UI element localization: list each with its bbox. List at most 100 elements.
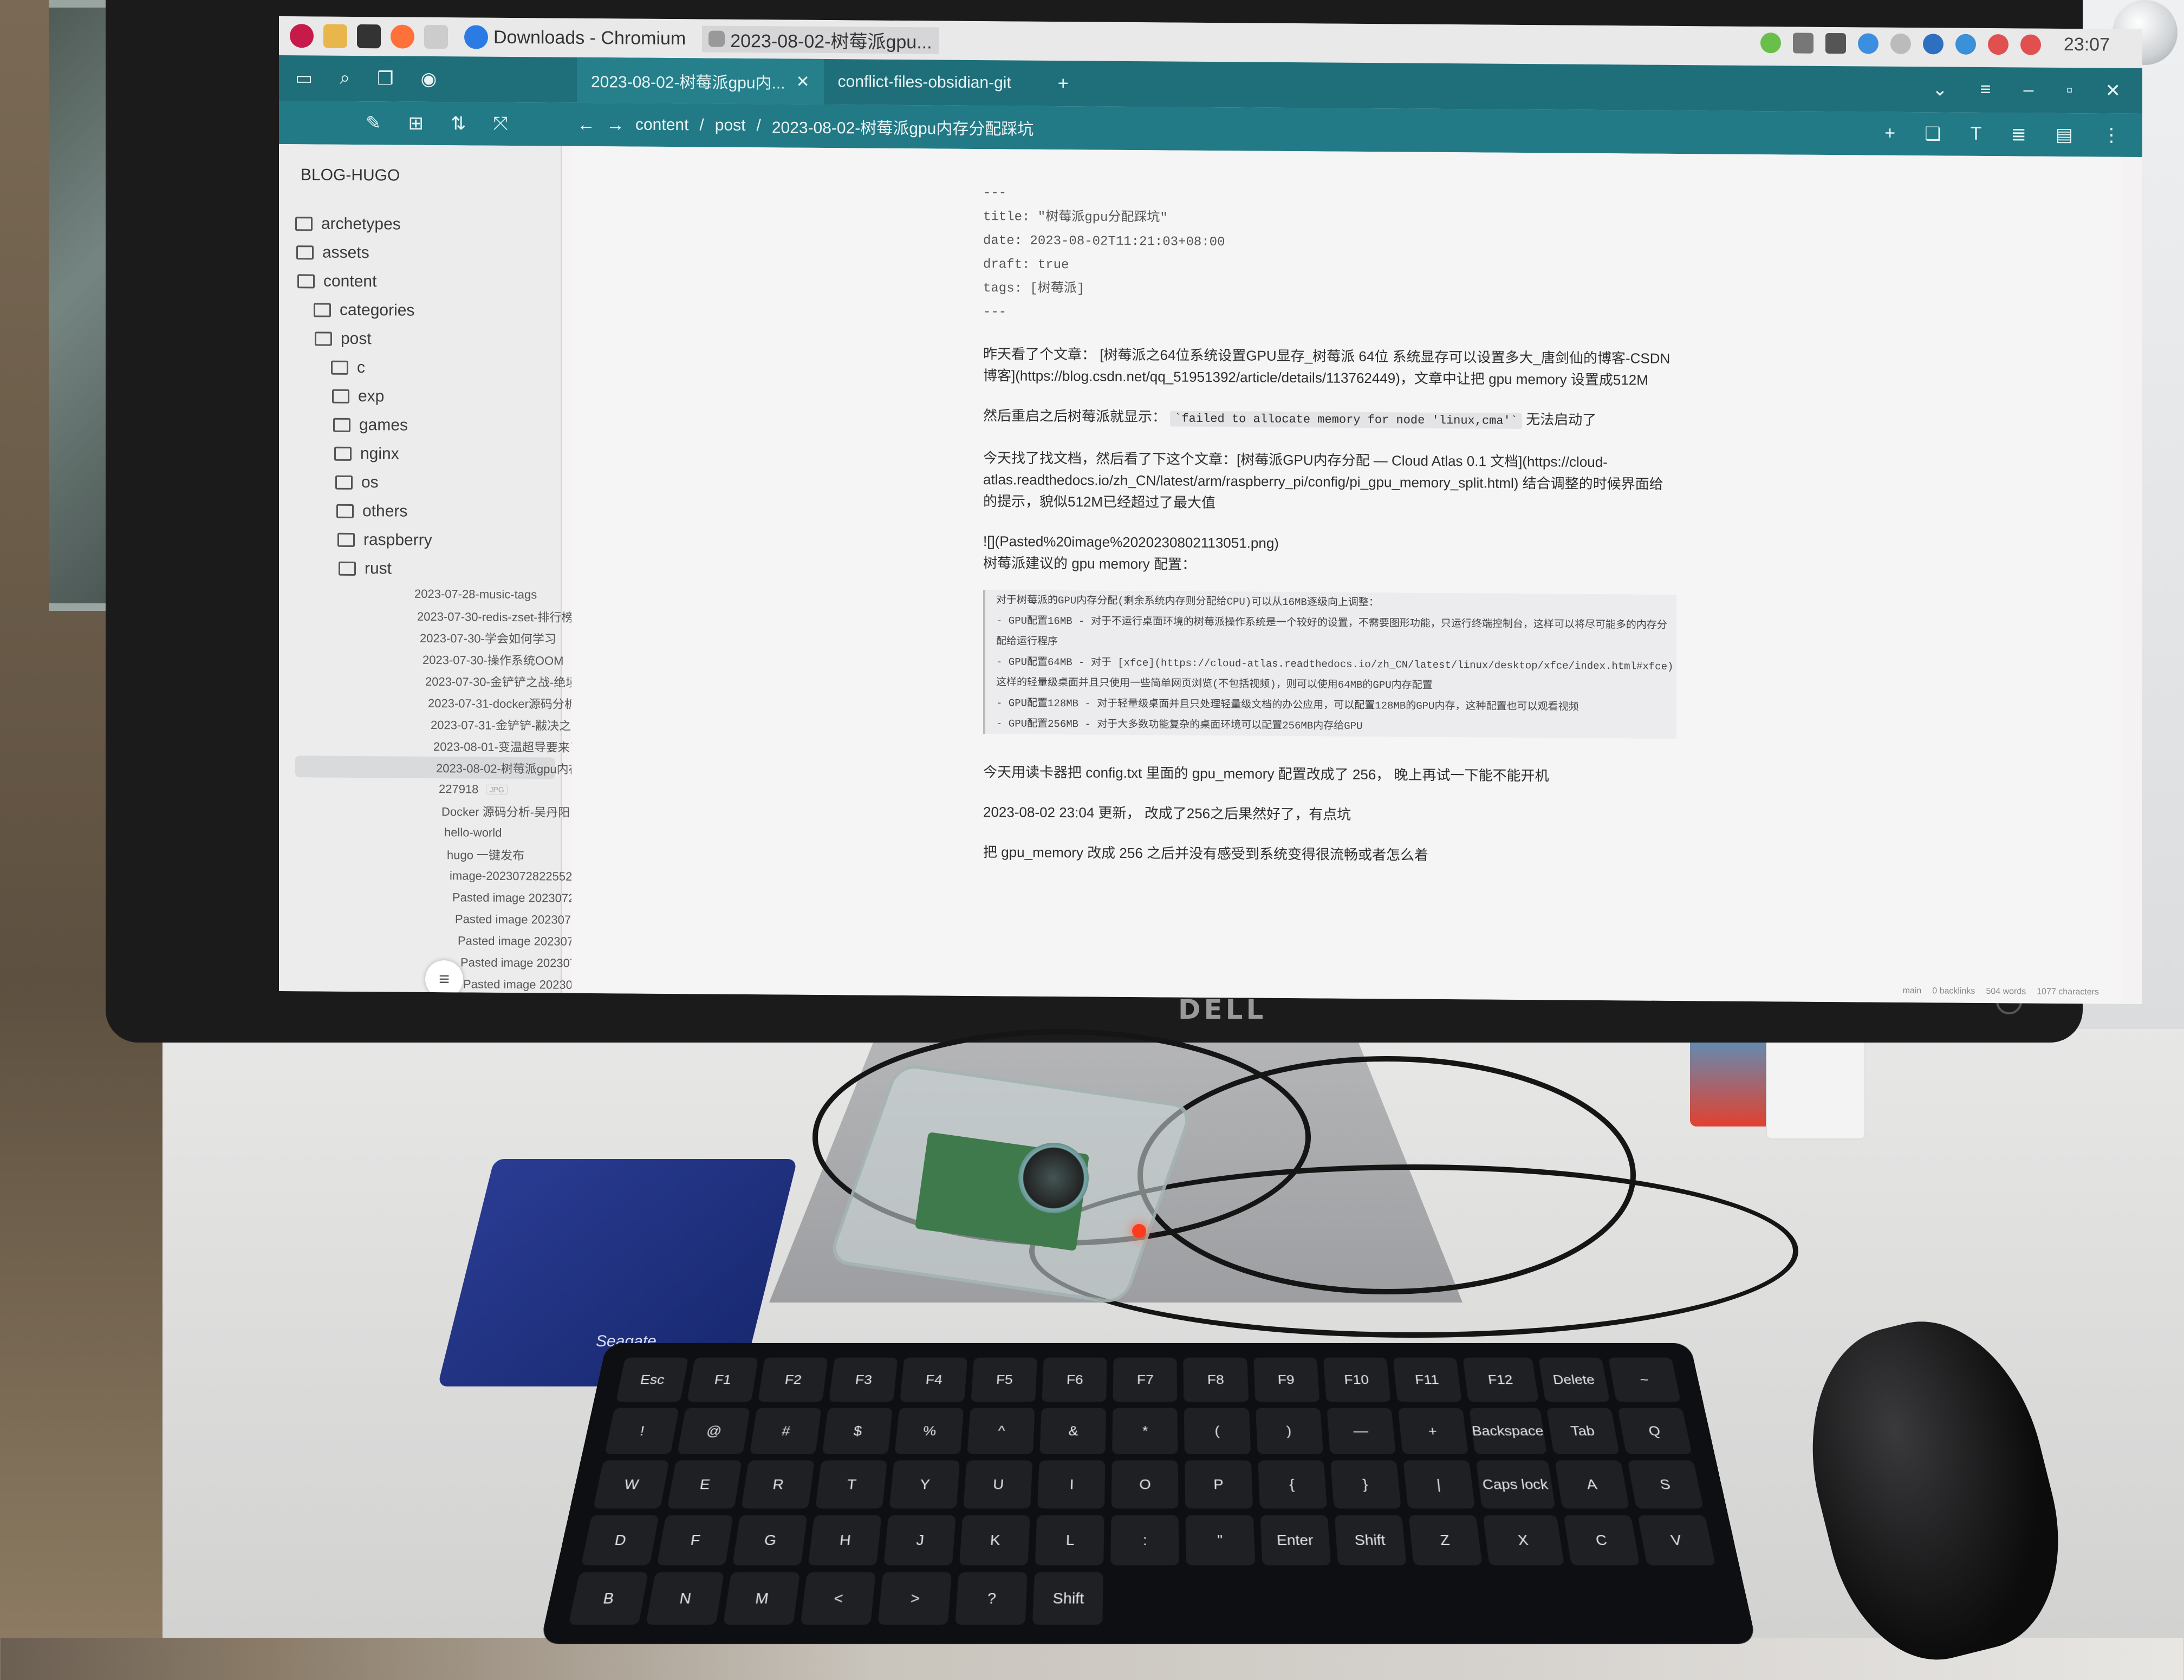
key[interactable]: F6 <box>1042 1357 1107 1402</box>
book-icon[interactable]: ▤ <box>2056 124 2073 146</box>
key[interactable]: Shift <box>1032 1572 1104 1625</box>
file-item[interactable]: 2023-08-02-树莓派gpu内存... <box>295 756 590 779</box>
folder-icon[interactable] <box>323 24 347 48</box>
key[interactable]: @ <box>677 1408 751 1454</box>
cpu-icon[interactable] <box>2020 34 2041 55</box>
folder-item[interactable]: post <box>295 324 555 354</box>
document-icon[interactable] <box>424 24 448 49</box>
screenshot-icon[interactable] <box>1792 32 1813 54</box>
key[interactable]: X <box>1483 1515 1564 1566</box>
close-tab-icon[interactable]: ✕ <box>796 72 810 91</box>
file-item[interactable]: 2023-07-30-金铲铲之战-绝境... <box>295 669 588 692</box>
key[interactable]: + <box>1398 1408 1468 1454</box>
key[interactable]: F7 <box>1113 1357 1178 1402</box>
key[interactable]: N <box>646 1572 725 1625</box>
file-item[interactable]: 2023-07-31-docker源码分析p... <box>295 691 593 714</box>
key[interactable]: ( <box>1184 1408 1251 1454</box>
update-icon[interactable] <box>1760 32 1781 53</box>
editor-pane[interactable]: --- title: "树莓派gpu分配踩坑" date: 2023-08-02T1… <box>571 146 2121 1004</box>
key[interactable]: F1 <box>687 1357 758 1402</box>
key[interactable]: S <box>1627 1460 1704 1509</box>
folder-item[interactable]: rust <box>295 554 555 584</box>
key[interactable]: G <box>732 1515 808 1566</box>
key[interactable]: Shift <box>1334 1515 1407 1566</box>
key[interactable]: A <box>1555 1460 1630 1509</box>
key[interactable]: ) <box>1255 1408 1323 1454</box>
folder-item[interactable]: os <box>295 467 555 498</box>
breadcrumb-note[interactable]: 2023-08-02-树莓派gpu内存分配踩坑 <box>772 114 1034 139</box>
new-note-icon[interactable]: ✎ <box>366 112 381 134</box>
folder-item[interactable]: exp <box>295 381 555 412</box>
file-item[interactable]: 2023-07-28-music-tags <box>295 582 555 605</box>
key[interactable]: & <box>1039 1408 1107 1454</box>
key[interactable]: V <box>1637 1515 1716 1566</box>
folder-item[interactable]: nginx <box>295 439 555 469</box>
file-item[interactable]: 2023-07-31-金铲铲-黻决之力 <box>295 712 583 735</box>
taskbar-obsidian[interactable]: 2023-08-02-树莓派gpu... <box>702 25 939 54</box>
minimize-icon[interactable]: – <box>2024 79 2034 101</box>
key[interactable]: O <box>1112 1460 1179 1509</box>
key[interactable]: P <box>1185 1460 1253 1509</box>
keyboard[interactable]: Esc F1 F2 F3 F4 F5 F6 F7 F8 F9 F10 F11 F12 Delete ~! @ #… <box>540 1343 1757 1644</box>
key[interactable]: B <box>568 1572 648 1625</box>
key[interactable]: W <box>593 1460 670 1509</box>
file-item[interactable]: 227918 JPG <box>295 777 555 800</box>
sort-icon[interactable]: ⇅ <box>451 113 466 134</box>
key[interactable]: D <box>581 1515 659 1566</box>
key[interactable]: Backspace <box>1468 1408 1547 1454</box>
key[interactable]: J <box>883 1515 956 1566</box>
volume-icon[interactable] <box>1987 34 2008 55</box>
file-item[interactable]: Pasted image 2023072...PNG <box>295 885 615 909</box>
file-item[interactable]: hugo 一键发布 <box>295 842 555 865</box>
folder-item[interactable]: c <box>295 353 555 383</box>
key[interactable]: $ <box>822 1408 893 1454</box>
file-item[interactable]: 2023-07-30-学会如何学习 <box>295 626 556 649</box>
note-content[interactable]: --- title: "树莓派gpu分配踩坑" date: 2023-08-02T1… <box>983 181 1676 868</box>
back-icon[interactable]: ← <box>577 114 595 135</box>
clipboard-icon[interactable] <box>1825 32 1846 54</box>
firefox-icon[interactable] <box>391 24 414 49</box>
key[interactable]: : <box>1110 1515 1180 1566</box>
key[interactable]: M <box>723 1572 801 1625</box>
key[interactable]: > <box>877 1572 952 1625</box>
key[interactable]: % <box>894 1408 964 1454</box>
key[interactable]: R <box>741 1460 815 1509</box>
key[interactable]: F4 <box>900 1357 968 1402</box>
terminal-icon[interactable] <box>357 24 381 49</box>
new-folder-icon[interactable]: ⊞ <box>408 113 424 134</box>
key[interactable]: # <box>750 1408 822 1454</box>
key[interactable]: F11 <box>1393 1357 1462 1402</box>
key[interactable]: Delete <box>1538 1357 1610 1402</box>
key[interactable]: F9 <box>1253 1357 1320 1402</box>
key[interactable]: Esc <box>615 1357 689 1402</box>
key[interactable]: ^ <box>967 1408 1035 1454</box>
key[interactable]: E <box>667 1460 742 1509</box>
tab-current-note[interactable]: 2023-08-02-树莓派gpu内... ✕ <box>577 57 824 105</box>
key[interactable]: < <box>800 1572 876 1625</box>
key[interactable]: Enter <box>1260 1515 1331 1566</box>
key[interactable]: — <box>1327 1408 1396 1454</box>
new-tab-icon[interactable]: + <box>1058 73 1069 94</box>
key[interactable]: Tab <box>1546 1408 1620 1454</box>
key[interactable]: " <box>1185 1515 1255 1566</box>
folder-item[interactable]: raspberry <box>295 525 555 555</box>
file-item[interactable]: image-2023072822552...PNG <box>295 864 613 887</box>
key[interactable]: F3 <box>829 1357 898 1402</box>
add-icon[interactable]: + <box>1884 123 1895 145</box>
key[interactable]: F12 <box>1462 1357 1539 1402</box>
key[interactable]: F2 <box>758 1357 828 1402</box>
folder-item[interactable]: categories <box>295 295 555 325</box>
tab-conflict-files[interactable]: conflict-files-obsidian-git <box>824 59 1025 106</box>
key[interactable]: C <box>1563 1515 1640 1566</box>
database-icon[interactable]: ≣ <box>2011 123 2026 145</box>
key[interactable]: ? <box>955 1572 1028 1625</box>
files-icon[interactable]: ▭ <box>295 67 313 89</box>
file-item[interactable]: Pasted image 2023073...PNG <box>295 929 621 952</box>
account-icon[interactable] <box>1857 32 1878 54</box>
key[interactable]: ! <box>604 1408 679 1454</box>
search-icon[interactable]: ⌕ <box>340 68 350 89</box>
file-item[interactable]: Docker 源码分析-吴丹阳PDF <box>295 799 600 822</box>
key[interactable]: { <box>1257 1460 1327 1509</box>
key[interactable]: Q <box>1617 1408 1692 1454</box>
more-icon[interactable]: ⋮ <box>2102 124 2121 146</box>
